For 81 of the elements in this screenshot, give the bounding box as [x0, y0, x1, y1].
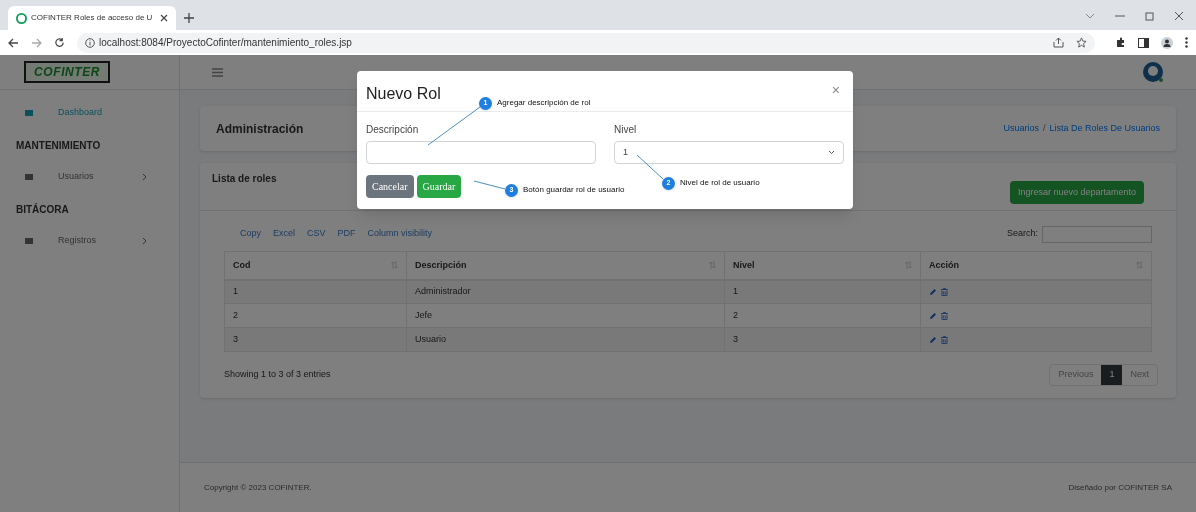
column-header[interactable]: Acción	[920, 251, 1152, 280]
sidebar-item[interactable]: Dashboard	[0, 102, 179, 124]
field-label: Nivel	[614, 123, 638, 137]
pencil-icon[interactable]	[929, 311, 937, 320]
callout-text: Agregar descripción de rol	[497, 97, 591, 109]
add-department-button[interactable]: Ingresar nuevo departamento	[1009, 181, 1144, 204]
address-bar[interactable]: localhost:8084/ProyectoCofinter/mantenimiento_roles.jsp	[77, 32, 1095, 53]
sidebar-item[interactable]: Usuarios	[0, 166, 179, 188]
close-icon[interactable]	[160, 14, 168, 22]
new-tab-icon[interactable]	[184, 13, 194, 23]
browser-tab[interactable]: COFINTER Roles de acceso de U	[8, 6, 176, 30]
restore-icon[interactable]	[1145, 11, 1154, 21]
table-cell: 3	[224, 327, 407, 352]
leader-line	[427, 106, 481, 146]
save-button[interactable]: Guardar	[416, 175, 462, 198]
table-cell: Usuario	[406, 327, 725, 352]
trash-icon[interactable]	[941, 287, 948, 296]
close-icon[interactable]	[1174, 11, 1184, 21]
table-cell: Jefe	[406, 303, 725, 328]
chevron-right-icon	[142, 237, 147, 245]
profile-icon[interactable]	[1161, 36, 1173, 49]
leader-line	[473, 180, 506, 190]
back-icon[interactable]	[8, 37, 19, 48]
cancel-button[interactable]: Cancelar	[366, 175, 414, 198]
page-title: Administración	[216, 120, 304, 138]
close-button[interactable]: ×	[831, 83, 840, 97]
table-cell: 3	[724, 327, 921, 352]
info-icon	[85, 37, 95, 48]
share-icon[interactable]	[1053, 37, 1064, 48]
leader-line	[636, 154, 664, 180]
column-header[interactable]: Descripción	[406, 251, 725, 280]
pencil-icon[interactable]	[929, 287, 937, 296]
logo: COFINTER	[24, 61, 111, 83]
more-icon[interactable]	[1185, 37, 1188, 48]
next-button[interactable]: Next	[1122, 365, 1157, 385]
breadcrumb-link[interactable]: Lista De Roles De Usuarios	[1049, 121, 1160, 136]
section-heading: MANTENIMIENTO	[15, 138, 102, 153]
export-link[interactable]: Column visibility	[367, 227, 433, 241]
chevron-down-icon[interactable]	[1085, 13, 1095, 19]
star-icon[interactable]	[1076, 37, 1087, 48]
export-link[interactable]: Copy	[240, 227, 261, 241]
tab-title: COFINTER Roles de acceso de U	[31, 12, 153, 24]
url-text: localhost:8084/ProyectoCofinter/mantenimiento_roles.jsp	[99, 36, 352, 50]
field-label: Descripción	[366, 123, 420, 137]
export-link[interactable]: PDF	[337, 227, 356, 241]
search-label: Search:	[1006, 227, 1038, 241]
page-button[interactable]: 1	[1101, 365, 1123, 385]
table-cell: 2	[224, 303, 407, 328]
forward-icon[interactable]	[31, 37, 42, 48]
chevron-down-icon	[828, 150, 835, 155]
breadcrumb-separator: /	[1042, 121, 1046, 135]
dialog-title: Nuevo Rol	[366, 84, 441, 104]
trash-icon[interactable]	[941, 335, 948, 344]
column-header[interactable]: Nivel	[724, 251, 921, 280]
section-heading: BITÁCORA	[15, 202, 70, 217]
side-panel-icon[interactable]	[1138, 37, 1149, 48]
callout-text: Botón guardar rol de usuario	[523, 184, 625, 196]
table-cell: 2	[724, 303, 921, 328]
chevron-right-icon	[142, 173, 147, 181]
select-field[interactable]: 1	[614, 141, 844, 164]
menu-icon[interactable]	[212, 67, 223, 77]
text-field[interactable]	[366, 141, 596, 164]
export-link[interactable]: CSV	[307, 227, 326, 241]
puzzle-icon[interactable]	[1115, 37, 1126, 48]
table-cell: 1	[724, 279, 921, 304]
reload-icon[interactable]	[54, 37, 65, 48]
column-header[interactable]: Cod	[224, 251, 407, 280]
callout-text: Nivel de rol de usuario	[680, 177, 760, 189]
copyright-text: Copyright © 2023 COFINTER.	[204, 481, 312, 494]
pencil-icon[interactable]	[929, 335, 937, 344]
card-title: Lista de roles	[212, 172, 277, 186]
breadcrumb-link[interactable]: Usuarios	[1003, 121, 1039, 136]
search-field[interactable]	[1042, 225, 1152, 243]
credit-text: Diseñado por COFINTER SA	[1068, 481, 1172, 494]
table-info: Showing 1 to 3 of 3 entries	[224, 368, 331, 382]
sidebar-item[interactable]: Registros	[0, 230, 179, 252]
export-link[interactable]: Excel	[273, 227, 296, 241]
table-cell: 1	[224, 279, 407, 304]
table-cell: Administrador	[406, 279, 725, 304]
trash-icon[interactable]	[941, 311, 948, 320]
avatar-icon[interactable]	[1142, 61, 1164, 83]
